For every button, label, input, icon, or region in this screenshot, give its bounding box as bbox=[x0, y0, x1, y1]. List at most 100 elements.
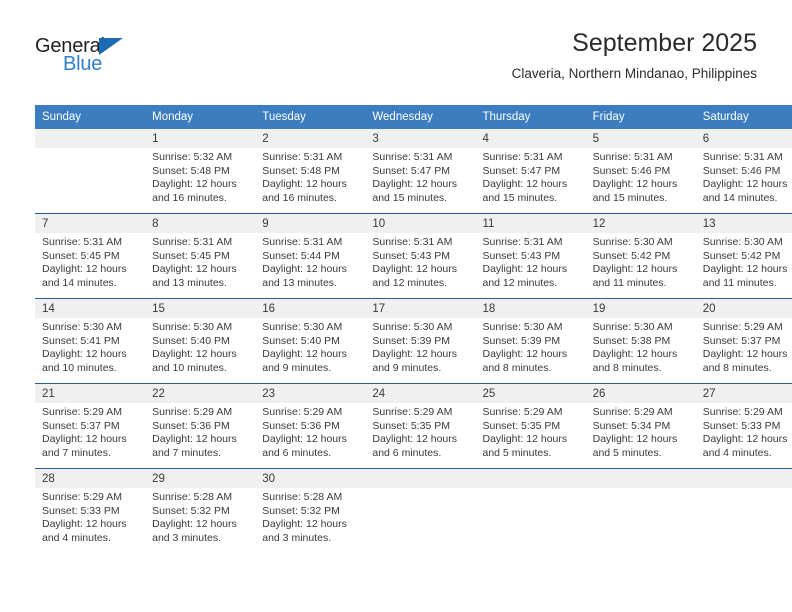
daylight-text-line2: and 7 minutes. bbox=[152, 446, 222, 459]
day-cell[interactable]: 5 Sunrise: 5:31 AM Sunset: 5:46 PM Dayli… bbox=[585, 129, 696, 214]
daylight-text-line1: Daylight: 12 hours bbox=[372, 263, 458, 276]
day-cell[interactable]: 14 Sunrise: 5:30 AM Sunset: 5:41 PM Dayl… bbox=[35, 298, 146, 384]
page-title: September 2025 bbox=[572, 29, 757, 57]
sunset-text: Sunset: 5:44 PM bbox=[262, 249, 340, 262]
sunset-text: Sunset: 5:46 PM bbox=[702, 164, 781, 177]
day-number: 19 bbox=[585, 299, 696, 318]
weekday-header-saturday: Saturday bbox=[695, 105, 792, 129]
sunset-text: Sunset: 5:34 PM bbox=[592, 419, 671, 432]
day-cell[interactable]: 11 Sunrise: 5:31 AM Sunset: 5:43 PM Dayl… bbox=[475, 213, 586, 299]
sunrise-text: Sunrise: 5:29 AM bbox=[42, 491, 122, 503]
day-details: Sunrise: 5:30 AM Sunset: 5:40 PM Dayligh… bbox=[145, 318, 255, 381]
sunset-text: Sunset: 5:36 PM bbox=[262, 419, 340, 432]
weekday-header-sunday: Sunday bbox=[35, 105, 146, 129]
day-cell[interactable]: 2 Sunrise: 5:31 AM Sunset: 5:48 PM Dayli… bbox=[255, 129, 366, 214]
day-cell[interactable]: 16 Sunrise: 5:30 AM Sunset: 5:40 PM Dayl… bbox=[255, 298, 366, 384]
day-cell[interactable]: 6 Sunrise: 5:31 AM Sunset: 5:46 PM Dayli… bbox=[695, 129, 792, 214]
daylight-text-line1: Daylight: 12 hours bbox=[592, 263, 678, 276]
calendar-week-row: 21 Sunrise: 5:29 AM Sunset: 5:37 PM Dayl… bbox=[35, 383, 792, 469]
sunset-text: Sunset: 5:43 PM bbox=[482, 249, 561, 262]
logo-word-blue: Blue bbox=[63, 53, 103, 75]
sunset-text: Sunset: 5:35 PM bbox=[372, 419, 451, 432]
day-cell[interactable]: 12 Sunrise: 5:30 AM Sunset: 5:42 PM Dayl… bbox=[585, 213, 696, 299]
daylight-text-line2: and 9 minutes. bbox=[262, 361, 332, 374]
day-cell[interactable]: 17 Sunrise: 5:30 AM Sunset: 5:39 PM Dayl… bbox=[365, 298, 476, 384]
sunrise-text: Sunrise: 5:30 AM bbox=[482, 321, 563, 333]
day-details: Sunrise: 5:29 AM Sunset: 5:36 PM Dayligh… bbox=[145, 403, 255, 466]
day-cell[interactable]: 18 Sunrise: 5:30 AM Sunset: 5:39 PM Dayl… bbox=[475, 298, 586, 384]
day-cell[interactable]: 15 Sunrise: 5:30 AM Sunset: 5:40 PM Dayl… bbox=[145, 298, 256, 384]
daylight-text-line2: and 8 minutes. bbox=[592, 361, 662, 374]
day-cell[interactable]: 30 Sunrise: 5:28 AM Sunset: 5:32 PM Dayl… bbox=[255, 468, 366, 552]
day-number: 29 bbox=[145, 469, 256, 488]
day-cell[interactable]: 22 Sunrise: 5:29 AM Sunset: 5:36 PM Dayl… bbox=[145, 383, 256, 469]
sunset-text: Sunset: 5:45 PM bbox=[42, 249, 120, 262]
day-details: Sunrise: 5:31 AM Sunset: 5:44 PM Dayligh… bbox=[255, 233, 365, 296]
day-cell[interactable]: 19 Sunrise: 5:30 AM Sunset: 5:38 PM Dayl… bbox=[585, 298, 696, 384]
sunrise-text: Sunrise: 5:30 AM bbox=[702, 236, 783, 248]
sunset-text: Sunset: 5:42 PM bbox=[592, 249, 671, 262]
daylight-text-line2: and 5 minutes. bbox=[482, 446, 552, 459]
day-cell[interactable]: 27 Sunrise: 5:29 AM Sunset: 5:33 PM Dayl… bbox=[695, 383, 792, 469]
sunset-text: Sunset: 5:40 PM bbox=[152, 334, 230, 347]
daylight-text-line2: and 13 minutes. bbox=[262, 276, 337, 289]
day-cell bbox=[585, 468, 696, 552]
daylight-text-line1: Daylight: 12 hours bbox=[152, 263, 237, 276]
daylight-text-line2: and 4 minutes. bbox=[702, 446, 772, 459]
day-cell[interactable]: 3 Sunrise: 5:31 AM Sunset: 5:47 PM Dayli… bbox=[365, 129, 476, 214]
daylight-text-line1: Daylight: 12 hours bbox=[262, 263, 347, 276]
calendar-week-row: 14 Sunrise: 5:30 AM Sunset: 5:41 PM Dayl… bbox=[35, 298, 792, 384]
day-cell[interactable]: 25 Sunrise: 5:29 AM Sunset: 5:35 PM Dayl… bbox=[475, 383, 586, 469]
daylight-text-line1: Daylight: 12 hours bbox=[152, 178, 237, 191]
sunset-text: Sunset: 5:41 PM bbox=[42, 334, 120, 347]
sunrise-text: Sunrise: 5:29 AM bbox=[372, 406, 453, 418]
day-number: 25 bbox=[475, 384, 586, 403]
sunrise-text: Sunrise: 5:29 AM bbox=[482, 406, 563, 418]
daylight-text-line1: Daylight: 12 hours bbox=[372, 348, 458, 361]
day-number: 14 bbox=[35, 299, 146, 318]
day-cell[interactable]: 21 Sunrise: 5:29 AM Sunset: 5:37 PM Dayl… bbox=[35, 383, 146, 469]
calendar-week-row: 28 Sunrise: 5:29 AM Sunset: 5:33 PM Dayl… bbox=[35, 468, 792, 552]
day-cell[interactable]: 28 Sunrise: 5:29 AM Sunset: 5:33 PM Dayl… bbox=[35, 468, 146, 552]
weekday-header-row: Sunday Monday Tuesday Wednesday Thursday… bbox=[35, 105, 792, 129]
day-cell[interactable]: 10 Sunrise: 5:31 AM Sunset: 5:43 PM Dayl… bbox=[365, 213, 476, 299]
day-number: 10 bbox=[365, 214, 476, 233]
day-number: 28 bbox=[35, 469, 146, 488]
weekday-header-tuesday: Tuesday bbox=[255, 105, 366, 129]
day-cell[interactable]: 29 Sunrise: 5:28 AM Sunset: 5:32 PM Dayl… bbox=[145, 468, 256, 552]
day-cell[interactable]: 1 Sunrise: 5:32 AM Sunset: 5:48 PM Dayli… bbox=[145, 129, 256, 214]
day-cell[interactable]: 7 Sunrise: 5:31 AM Sunset: 5:45 PM Dayli… bbox=[35, 213, 146, 299]
day-details: Sunrise: 5:29 AM Sunset: 5:37 PM Dayligh… bbox=[696, 318, 792, 381]
day-cell[interactable]: 4 Sunrise: 5:31 AM Sunset: 5:47 PM Dayli… bbox=[475, 129, 586, 214]
sunset-text: Sunset: 5:39 PM bbox=[372, 334, 451, 347]
sunrise-text: Sunrise: 5:30 AM bbox=[592, 236, 673, 248]
sunset-text: Sunset: 5:33 PM bbox=[42, 504, 120, 517]
daylight-text-line2: and 5 minutes. bbox=[592, 446, 662, 459]
day-details: Sunrise: 5:31 AM Sunset: 5:47 PM Dayligh… bbox=[476, 148, 586, 211]
day-number: 2 bbox=[255, 129, 366, 148]
calendar-week-row: 1 Sunrise: 5:32 AM Sunset: 5:48 PM Dayli… bbox=[35, 129, 792, 214]
day-cell[interactable]: 8 Sunrise: 5:31 AM Sunset: 5:45 PM Dayli… bbox=[145, 213, 256, 299]
day-number: 26 bbox=[585, 384, 696, 403]
sunset-text: Sunset: 5:42 PM bbox=[702, 249, 781, 262]
day-cell[interactable]: 9 Sunrise: 5:31 AM Sunset: 5:44 PM Dayli… bbox=[255, 213, 366, 299]
sunrise-text: Sunrise: 5:30 AM bbox=[42, 321, 122, 333]
day-details: Sunrise: 5:31 AM Sunset: 5:45 PM Dayligh… bbox=[145, 233, 255, 296]
day-cell[interactable]: 24 Sunrise: 5:29 AM Sunset: 5:35 PM Dayl… bbox=[365, 383, 476, 469]
day-cell[interactable]: 23 Sunrise: 5:29 AM Sunset: 5:36 PM Dayl… bbox=[255, 383, 366, 469]
day-number: 8 bbox=[145, 214, 256, 233]
day-cell[interactable]: 13 Sunrise: 5:30 AM Sunset: 5:42 PM Dayl… bbox=[695, 213, 792, 299]
day-cell[interactable]: 26 Sunrise: 5:29 AM Sunset: 5:34 PM Dayl… bbox=[585, 383, 696, 469]
day-cell[interactable]: 20 Sunrise: 5:29 AM Sunset: 5:37 PM Dayl… bbox=[695, 298, 792, 384]
day-details: Sunrise: 5:31 AM Sunset: 5:43 PM Dayligh… bbox=[365, 233, 475, 296]
sunrise-text: Sunrise: 5:32 AM bbox=[152, 151, 233, 163]
day-details: Sunrise: 5:31 AM Sunset: 5:48 PM Dayligh… bbox=[255, 148, 365, 211]
sunset-text: Sunset: 5:35 PM bbox=[482, 419, 561, 432]
daylight-text-line1: Daylight: 12 hours bbox=[702, 348, 788, 361]
day-details: Sunrise: 5:28 AM Sunset: 5:32 PM Dayligh… bbox=[145, 488, 255, 551]
generalblue-logo[interactable]: General Blue bbox=[35, 36, 185, 86]
sunset-text: Sunset: 5:32 PM bbox=[152, 504, 230, 517]
day-details: Sunrise: 5:30 AM Sunset: 5:42 PM Dayligh… bbox=[586, 233, 696, 296]
day-details: Sunrise: 5:29 AM Sunset: 5:34 PM Dayligh… bbox=[586, 403, 696, 466]
day-number: 16 bbox=[255, 299, 366, 318]
